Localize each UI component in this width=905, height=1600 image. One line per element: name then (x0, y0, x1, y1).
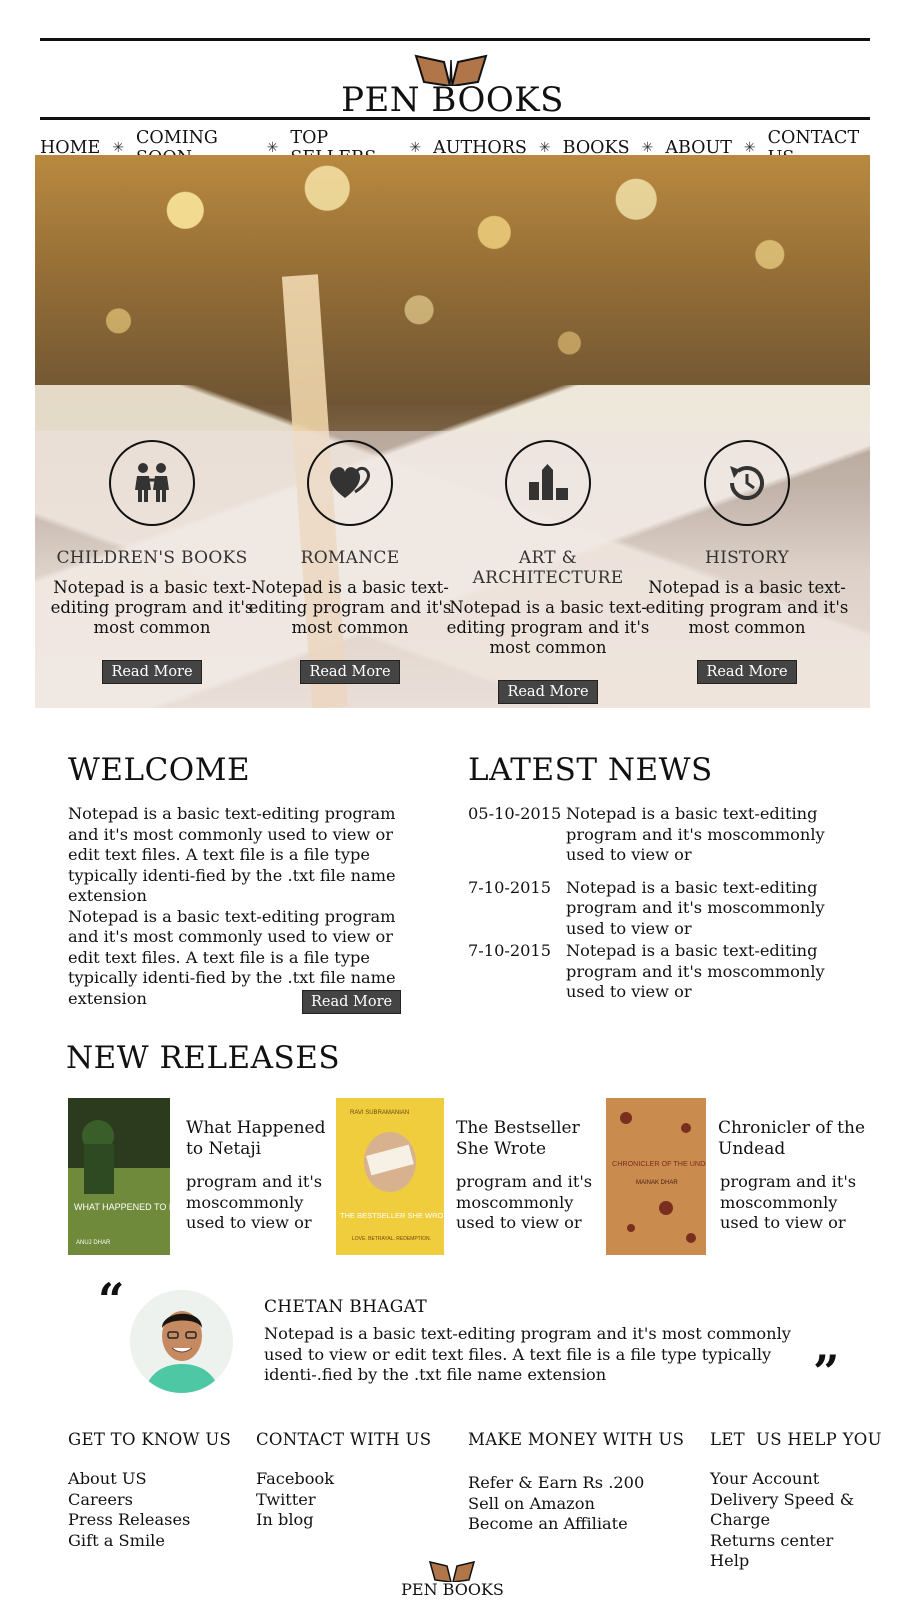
nav-separator: ✳ (743, 140, 756, 156)
footer-link[interactable]: Twitter (256, 1490, 431, 1511)
testimonial-author-name: CHETAN BHAGAT (264, 1297, 427, 1317)
hero-banner: CHILDREN'S BOOKS Notepad is a basic text… (35, 155, 870, 708)
category-title: CHILDREN'S BOOKS (56, 548, 248, 568)
header-bottom-rule (40, 117, 870, 120)
nav-separator: ✳ (538, 140, 551, 156)
footer-link[interactable]: Delivery Speed & (710, 1490, 882, 1511)
children-icon-circle[interactable] (109, 440, 195, 526)
category-title: ART & ARCHITECTURE (472, 548, 624, 588)
welcome-title: WELCOME (68, 752, 251, 788)
cover-title: WHAT HAPPENED TO NETAJI? (74, 1202, 170, 1212)
welcome-read-more-button[interactable]: Read More (302, 990, 402, 1014)
category-desc: Notepad is a basic text-editing program … (645, 578, 849, 637)
news-date: 7-10-2015 (468, 941, 552, 960)
footer-link[interactable]: Facebook (256, 1469, 431, 1490)
category-title: HISTORY (704, 548, 790, 568)
book-desc: program and it's moscommonly used to vie… (456, 1172, 593, 1232)
nav-separator: ✳ (112, 140, 125, 156)
news-item[interactable]: 05-10-2015 Notepad is a basic text-editi… (468, 804, 868, 866)
footer-column-title: GET TO KNOW US (68, 1430, 232, 1449)
book-title[interactable]: The Bestseller She Wrote (456, 1118, 606, 1159)
new-releases-title: NEW RELEASES (66, 1040, 341, 1076)
book-title[interactable]: What Happened to Netaji (186, 1118, 336, 1159)
footer-link[interactable]: Help (710, 1551, 882, 1572)
history-icon (730, 466, 764, 500)
category-art-architecture: ART & ARCHITECTURE Notepad is a basic te… (443, 440, 653, 704)
footer-column-title: LET US HELP YOU (710, 1430, 882, 1449)
close-quote-icon: ” (813, 1345, 840, 1399)
news-text: Notepad is a basic text-editing program … (566, 941, 825, 1001)
cover-title: THE BESTSELLER SHE WROTE (340, 1211, 444, 1220)
cover-author: MAINAK DHAR (636, 1180, 678, 1186)
read-more-button[interactable]: Read More (102, 660, 202, 684)
read-more-button[interactable]: Read More (498, 680, 598, 704)
footer-column-make-money-with-us: MAKE MONEY WITH US Refer & Earn Rs .200 … (468, 1430, 684, 1535)
footer-link[interactable]: Refer & Earn Rs .200 (468, 1473, 684, 1494)
news-text: Notepad is a basic text-editing program … (566, 804, 825, 864)
footer-column-get-to-know-us: GET TO KNOW US About US Careers Press Re… (68, 1430, 231, 1551)
brand-logo-text[interactable]: PEN BOOKS (0, 80, 905, 120)
book-cover-bestseller[interactable]: RAVI SUBRAMANIAN THE BESTSELLER SHE WROT… (336, 1098, 444, 1255)
category-history: HISTORY Notepad is a basic text-editing … (642, 440, 852, 684)
footer-column-title: MAKE MONEY WITH US (468, 1430, 685, 1449)
footer-link[interactable]: Charge (710, 1510, 882, 1531)
footer-brand-text[interactable]: PEN BOOKS (0, 1580, 905, 1599)
testimonial-text: Notepad is a basic text-editing program … (264, 1324, 791, 1384)
category-desc: Notepad is a basic text-editing program … (50, 578, 254, 637)
category-childrens-books: CHILDREN'S BOOKS Notepad is a basic text… (47, 440, 257, 684)
footer-link[interactable]: Careers (68, 1490, 231, 1511)
footer-link[interactable]: Gift a Smile (68, 1531, 231, 1552)
read-more-button[interactable]: Read More (697, 660, 797, 684)
footer-link[interactable]: In blog (256, 1510, 431, 1531)
heart-icon (329, 466, 370, 498)
footer-link[interactable]: Your Account (710, 1469, 882, 1490)
nav-separator: ✳ (266, 140, 279, 156)
cover-author: RAVI SUBRAMANIAN (350, 1110, 409, 1116)
cover-author: ANUJ DHAR (76, 1240, 111, 1246)
news-date: 7-10-2015 (468, 877, 552, 897)
category-title: ROMANCE (300, 548, 400, 568)
news-text: Notepad is a basic text-editing program … (566, 877, 825, 938)
footer-link[interactable]: Returns center (710, 1531, 882, 1552)
nav-separator: ✳ (409, 140, 422, 156)
book-title[interactable]: Chronicler of the Undead (718, 1118, 868, 1159)
nav-separator: ✳ (641, 140, 654, 156)
footer-link[interactable]: About US (68, 1469, 231, 1490)
heart-icon-circle[interactable] (307, 440, 393, 526)
welcome-paragraph: Notepad is a basic text-editing program … (68, 804, 396, 905)
footer-column-contact-with-us: CONTACT WITH US Facebook Twitter In blog (256, 1430, 431, 1531)
children-icon (135, 463, 169, 502)
news-date: 05-10-2015 (468, 804, 562, 823)
cover-title: CHRONICLER OF THE UNDEAD (612, 1159, 706, 1168)
book-desc: program and it's moscommonly used to vie… (186, 1172, 323, 1232)
book-desc: program and it's moscommonly used to vie… (720, 1172, 857, 1232)
footer-link[interactable]: Press Releases (68, 1510, 231, 1531)
history-icon-circle[interactable] (704, 440, 790, 526)
header-top-rule (40, 38, 870, 41)
latest-news-section: LATEST NEWS 05-10-2015 Notepad is a basi… (468, 752, 868, 1003)
read-more-button[interactable]: Read More (300, 660, 400, 684)
building-icon (529, 464, 568, 500)
author-avatar (130, 1290, 233, 1393)
book-cover-netaji[interactable]: WHAT HAPPENED TO NETAJI? ANUJ DHAR (68, 1098, 170, 1255)
footer-column-title: CONTACT WITH US (256, 1430, 432, 1449)
news-title: LATEST NEWS (468, 752, 713, 788)
category-romance: ROMANCE Notepad is a basic text-editing … (245, 440, 455, 684)
footer-link[interactable]: Become an Affiliate (468, 1514, 684, 1535)
footer-open-book-icon (428, 1560, 476, 1582)
cover-tagline: LOVE. BETRAYAL. REDEMPTION. (352, 1236, 431, 1242)
author-photo (130, 1290, 233, 1393)
building-icon-circle[interactable] (505, 440, 591, 526)
category-desc: Notepad is a basic text-editing program … (446, 598, 650, 657)
footer-column-let-us-help-you: LET US HELP YOU Your Account Delivery Sp… (710, 1430, 882, 1572)
book-cover-chronicler[interactable]: CHRONICLER OF THE UNDEAD MAINAK DHAR (606, 1098, 706, 1255)
footer-link[interactable]: Sell on Amazon (468, 1494, 684, 1515)
news-item[interactable]: 7-10-2015 Notepad is a basic text-editin… (468, 878, 868, 940)
welcome-section: WELCOME Notepad is a basic text-editing … (68, 752, 408, 1014)
category-desc: Notepad is a basic text-editing program … (248, 578, 452, 637)
open-quote-icon: “ (98, 1273, 125, 1327)
news-item[interactable]: 7-10-2015 Notepad is a basic text-editin… (468, 941, 868, 1003)
